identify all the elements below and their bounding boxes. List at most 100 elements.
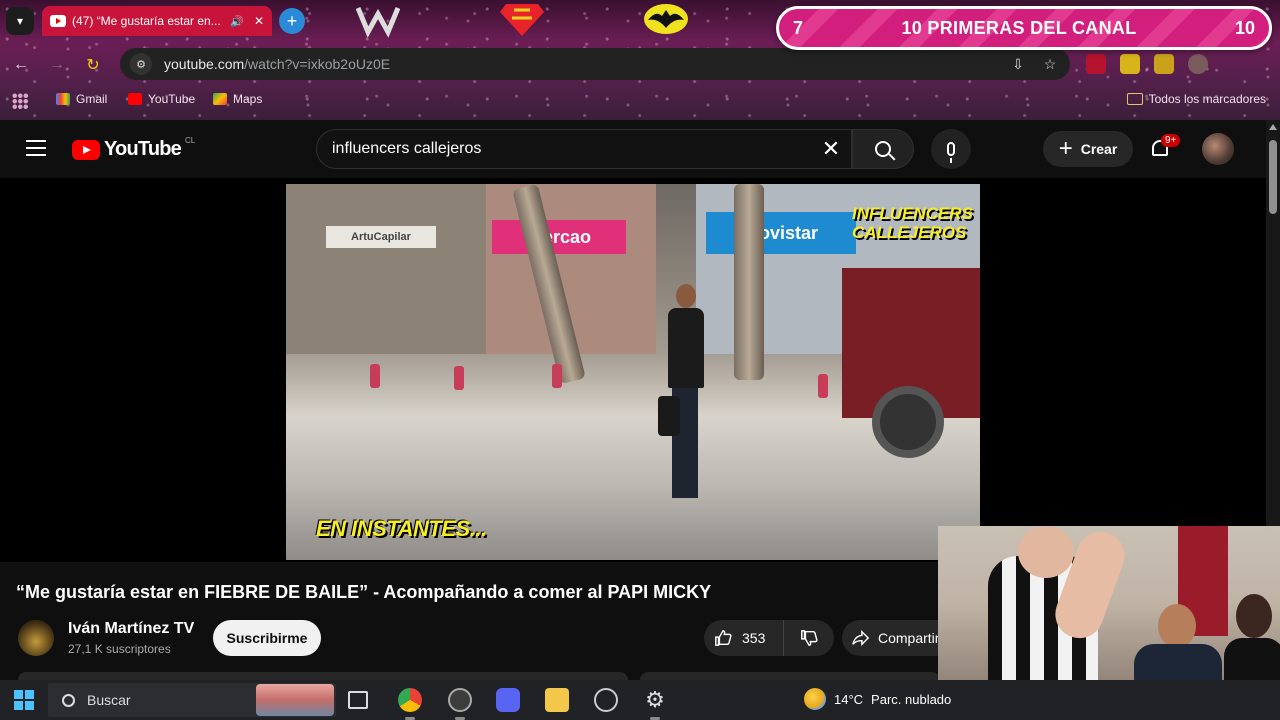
like-dislike-group: 353 [704, 620, 834, 656]
hamburger-menu-icon[interactable] [26, 140, 46, 156]
bookmark-gmail[interactable]: Gmail [56, 92, 107, 106]
video-sign-shop: ArtuCapilar [326, 226, 436, 248]
app-icon[interactable] [594, 688, 618, 712]
video-bollard [818, 374, 828, 398]
new-tab-button[interactable]: + [279, 8, 305, 34]
thumbs-up-icon [715, 630, 732, 646]
search-button[interactable] [852, 129, 914, 169]
video-bollard [454, 366, 464, 390]
dislike-button[interactable] [784, 629, 834, 647]
voice-search-button[interactable] [931, 129, 971, 169]
task-view-icon[interactable] [348, 691, 368, 709]
close-icon[interactable]: ✕ [254, 14, 264, 28]
youtube-play-icon [72, 139, 100, 160]
video-sign-movistar: Movistar [706, 212, 856, 254]
video-building-left [286, 184, 486, 354]
weather-temp: 14°C [834, 691, 864, 707]
tab-active[interactable]: (47) “Me gustaría estar en... 🔊 ✕ [42, 6, 272, 36]
all-bookmarks-folder[interactable]: Todos los marcadores [1126, 92, 1266, 106]
bookmark-youtube[interactable]: YouTube [128, 92, 195, 106]
apps-grid-icon[interactable] [12, 93, 28, 109]
weather-text: Parc. nublado [871, 691, 952, 707]
search-input[interactable]: influencers callejeros ✕ [316, 129, 852, 169]
video-sign-mercao: mercao [492, 220, 626, 254]
obs-icon[interactable] [448, 688, 472, 712]
video-person [664, 284, 706, 504]
share-arrow-icon [852, 629, 870, 647]
description-box[interactable] [18, 672, 628, 680]
maps-icon [213, 93, 227, 105]
settings-gear-icon[interactable]: ⚙ [643, 688, 667, 712]
weather-widget[interactable]: 14°C Parc. nublado [804, 688, 951, 710]
chevron-down-icon: ▾ [16, 14, 24, 28]
search-icon [62, 693, 75, 707]
bookmarks-bar: Gmail YouTube Maps Todos los marcadores [0, 88, 1280, 114]
clear-search-icon[interactable]: ✕ [811, 136, 851, 162]
video-player[interactable]: mercao Movistar ArtuCapilar INFLUENCERS … [0, 178, 1266, 562]
tab-search-button[interactable]: ▾ [6, 7, 34, 35]
video-bollard [552, 364, 562, 388]
overlay-right-number: 10 [1234, 17, 1255, 38]
theme-emblem-superman-icon [500, 4, 544, 36]
extensions-area [1086, 54, 1208, 74]
search-icon [875, 141, 891, 157]
reload-icon[interactable]: ↻ [80, 52, 106, 78]
bookmark-maps[interactable]: Maps [213, 92, 262, 106]
file-explorer-icon[interactable] [545, 688, 569, 712]
profile-avatar[interactable] [1188, 54, 1208, 74]
channel-name[interactable]: Iván Martínez TV [68, 620, 194, 638]
extension-2-icon[interactable] [1120, 54, 1140, 74]
overlay-title: 10 PRIMERAS DEL CANAL [901, 17, 1137, 38]
create-button[interactable]: + Crear [1043, 131, 1133, 167]
forward-arrow-icon[interactable]: → [44, 52, 70, 78]
video-brand-logo: INFLUENCERS CALLEJEROS [852, 204, 973, 242]
video-tree-right [734, 184, 764, 380]
like-button[interactable]: 353 [704, 620, 784, 656]
youtube-favicon-icon [50, 15, 66, 27]
youtube-logo[interactable]: YouTube CL [72, 136, 196, 161]
scroll-up-arrow-icon[interactable] [1269, 124, 1277, 130]
back-arrow-icon[interactable]: ← [8, 52, 34, 78]
url-text[interactable]: youtube.com/watch?v=ixkob2oUz0E [164, 56, 996, 72]
youtube-wordmark: YouTube [104, 138, 182, 160]
share-button[interactable]: Compartir [842, 620, 952, 656]
plus-icon: + [286, 10, 298, 31]
folder-icon [1126, 93, 1143, 105]
install-app-icon[interactable]: ⇩ [1008, 56, 1028, 73]
search-query[interactable]: influencers callejeros [332, 140, 811, 158]
subscribe-button[interactable]: Suscribirme [213, 620, 321, 656]
channel-avatar[interactable] [18, 620, 54, 656]
video-caption: EN INSTANTES... [316, 516, 487, 541]
speaker-icon[interactable]: 🔊 [230, 15, 244, 28]
discord-icon[interactable] [496, 688, 520, 712]
chips-bar [640, 672, 940, 680]
windows-start-icon[interactable] [14, 690, 34, 710]
theme-emblem-wonder-icon [356, 7, 400, 38]
video-bag [658, 396, 680, 436]
site-settings-icon[interactable]: ⚙ [130, 53, 152, 75]
navigation-bar: ← → ↻ ⚙ youtube.com/watch?v=ixkob2oUz0E … [0, 44, 1280, 84]
search-highlight-image[interactable] [256, 684, 334, 716]
youtube-icon [128, 93, 142, 105]
gmail-icon [56, 93, 70, 105]
plus-icon: + [1058, 135, 1073, 162]
star-bookmark-icon[interactable]: ☆ [1040, 56, 1060, 73]
notifications-button[interactable]: 9+ [1149, 134, 1181, 162]
playlist-icon[interactable] [1154, 54, 1174, 74]
extension-1-icon[interactable] [1086, 54, 1106, 74]
country-code: CL [184, 136, 196, 145]
subscriber-count: 27,1 K suscriptores [68, 642, 171, 656]
account-avatar[interactable] [1202, 133, 1234, 165]
browser-chrome: ▾ (47) “Me gustaría estar en... 🔊 ✕ + ← … [0, 0, 1280, 120]
stream-overlay-banner: 7 10 PRIMERAS DEL CANAL 10 [776, 6, 1272, 50]
video-title: “Me gustaría estar en FIEBRE DE BAILE” -… [16, 582, 712, 602]
address-bar[interactable]: ⚙ youtube.com/watch?v=ixkob2oUz0E ⇩ ☆ [120, 48, 1070, 80]
scrollbar-thumb[interactable] [1269, 140, 1277, 214]
screen: ▾ (47) “Me gustaría estar en... 🔊 ✕ + ← … [0, 0, 1280, 720]
partly-cloudy-icon [804, 688, 826, 710]
video-frame[interactable]: mercao Movistar ArtuCapilar INFLUENCERS … [286, 184, 980, 560]
chrome-icon[interactable] [398, 688, 422, 712]
like-count: 353 [742, 630, 766, 646]
tab-title: (47) “Me gustaría estar en... [72, 14, 221, 28]
video-food-cart [842, 268, 980, 458]
